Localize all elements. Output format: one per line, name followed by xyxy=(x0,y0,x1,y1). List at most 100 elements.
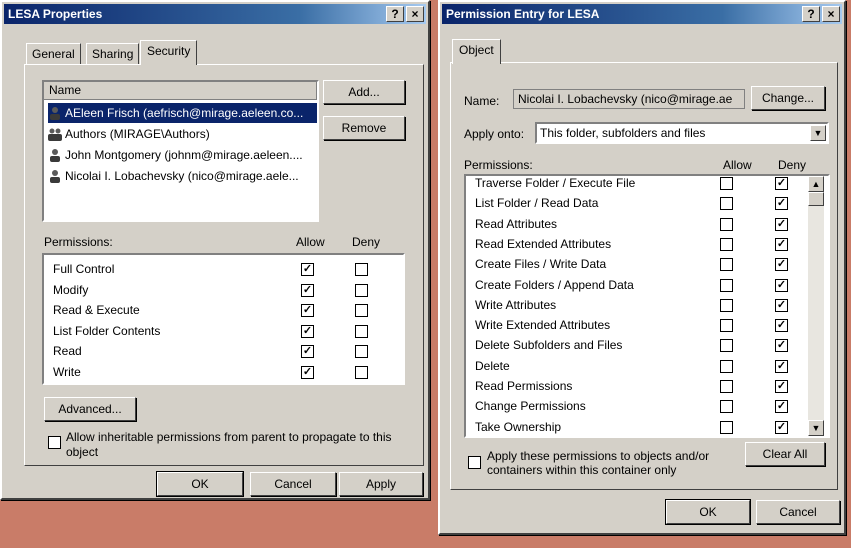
user-list[interactable]: Name AEleen Frisch (aefrisch@mirage.aele… xyxy=(42,80,319,222)
name-label: Name: xyxy=(464,94,500,108)
scroll-up-button[interactable]: ▲ xyxy=(808,176,824,192)
allow-checkbox[interactable] xyxy=(720,380,733,393)
change-button[interactable]: Change... xyxy=(751,86,825,110)
chevron-down-icon[interactable]: ▼ xyxy=(810,125,826,141)
permission-name: Read Permissions xyxy=(475,379,573,393)
lesa-properties-titlebar[interactable]: LESA Properties ? × xyxy=(4,4,426,24)
allow-checkbox[interactable]: ✓ xyxy=(301,304,314,317)
permission-row: Take Ownership ✓ xyxy=(466,419,828,439)
close-button[interactable]: × xyxy=(406,6,424,22)
scroll-down-button[interactable]: ▼ xyxy=(808,420,824,436)
allow-checkbox[interactable] xyxy=(720,278,733,292)
apply-onto-dropdown[interactable]: This folder, subfolders and files ▼ xyxy=(535,122,829,144)
permission-name: Delete Subfolders and Files xyxy=(475,338,623,353)
advanced-button[interactable]: Advanced... xyxy=(44,397,136,421)
group-icon xyxy=(48,127,62,141)
user-list-item[interactable]: Nicolai I. Lobachevsky (nico@mirage.aele… xyxy=(48,166,299,186)
clear-all-button[interactable]: Clear All xyxy=(745,442,825,466)
deny-checkbox[interactable]: ✓ xyxy=(775,177,788,190)
permission-row: Read Permissions ✓ xyxy=(466,378,828,398)
deny-checkbox[interactable] xyxy=(355,283,368,297)
allow-checkbox[interactable] xyxy=(720,359,733,373)
permission-row: List Folder Contents ✓ xyxy=(44,322,403,343)
allow-checkbox[interactable] xyxy=(720,298,733,312)
apply-button[interactable]: Apply xyxy=(339,472,423,496)
user-name: Authors (MIRAGE\Authors) xyxy=(65,127,210,141)
deny-checkbox[interactable]: ✓ xyxy=(775,197,788,211)
user-list-item[interactable]: Authors (MIRAGE\Authors) xyxy=(48,124,210,144)
ok-button[interactable]: OK xyxy=(156,471,244,497)
permission-name: Delete xyxy=(475,358,510,373)
permission-row: Delete Subfolders and Files ✓ xyxy=(466,337,828,357)
permission-name: Read xyxy=(53,344,82,358)
security-panel: Name AEleen Frisch (aefrisch@mirage.aele… xyxy=(24,64,424,466)
tab-general[interactable]: General xyxy=(26,43,81,65)
allow-checkbox[interactable]: ✓ xyxy=(301,283,314,297)
name-column-header[interactable]: Name xyxy=(44,82,317,100)
deny-checkbox[interactable]: ✓ xyxy=(775,400,788,414)
remove-button[interactable]: Remove xyxy=(323,116,405,140)
allow-checkbox[interactable] xyxy=(720,258,733,272)
tab-sharing[interactable]: Sharing xyxy=(86,43,140,65)
apply-within-container-text: Apply these permissions to objects and/o… xyxy=(487,449,710,463)
deny-checkbox[interactable]: ✓ xyxy=(775,217,788,231)
vertical-scrollbar[interactable]: ▲ ▼ xyxy=(808,176,824,436)
deny-checkbox[interactable]: ✓ xyxy=(775,319,788,333)
deny-column-label: Deny xyxy=(352,235,381,249)
scroll-thumb[interactable] xyxy=(808,192,824,206)
permission-name: Read & Execute xyxy=(53,303,140,317)
close-button[interactable]: × xyxy=(822,6,840,22)
allow-checkbox[interactable] xyxy=(720,319,733,333)
apply-within-container-text-2: containers within this container only xyxy=(487,463,677,477)
permission-row: Write ✓ xyxy=(44,363,403,384)
tab-security[interactable]: Security xyxy=(140,40,198,65)
deny-checkbox[interactable] xyxy=(355,304,368,317)
deny-checkbox[interactable] xyxy=(355,345,368,358)
permissions-label: Permissions: xyxy=(44,235,113,249)
deny-checkbox[interactable]: ✓ xyxy=(775,237,788,251)
ok-button[interactable]: OK xyxy=(665,499,751,525)
apply-onto-label: Apply onto: xyxy=(464,127,525,141)
allow-checkbox[interactable] xyxy=(720,339,733,353)
user-list-item[interactable]: AEleen Frisch (aefrisch@mirage.aeleen.co… xyxy=(48,103,317,123)
allow-checkbox[interactable] xyxy=(720,217,733,231)
user-list-item[interactable]: John Montgomery (johnm@mirage.aeleen.... xyxy=(48,145,303,165)
name-value: Nicolai I. Lobachevsky (nico@mirage.ae xyxy=(518,92,733,106)
allow-checkbox[interactable] xyxy=(720,197,733,211)
deny-checkbox[interactable]: ✓ xyxy=(775,339,788,353)
allow-checkbox[interactable]: ✓ xyxy=(301,345,314,358)
allow-checkbox[interactable]: ✓ xyxy=(301,324,314,338)
permission-entry-titlebar[interactable]: Permission Entry for LESA ? × xyxy=(442,4,842,24)
deny-checkbox[interactable]: ✓ xyxy=(775,258,788,272)
user-icon xyxy=(48,106,62,120)
permission-name: Write xyxy=(53,364,81,379)
allow-checkbox[interactable]: ✓ xyxy=(301,365,314,379)
user-name: John Montgomery (johnm@mirage.aeleen.... xyxy=(65,148,303,162)
allow-checkbox[interactable]: ✓ xyxy=(301,263,314,276)
deny-checkbox[interactable]: ✓ xyxy=(775,298,788,312)
help-button[interactable]: ? xyxy=(802,6,820,22)
apply-within-container-checkbox[interactable] xyxy=(468,456,481,469)
help-button[interactable]: ? xyxy=(386,6,404,22)
deny-checkbox[interactable]: ✓ xyxy=(775,420,788,434)
allow-checkbox[interactable] xyxy=(720,420,733,434)
deny-checkbox[interactable]: ✓ xyxy=(775,380,788,393)
allow-column-label: Allow xyxy=(723,158,752,172)
add-button[interactable]: Add... xyxy=(323,80,405,104)
allow-checkbox[interactable] xyxy=(720,400,733,414)
cancel-button[interactable]: Cancel xyxy=(250,472,336,496)
cancel-button[interactable]: Cancel xyxy=(756,500,840,524)
deny-checkbox[interactable]: ✓ xyxy=(775,359,788,373)
inherit-permissions-checkbox[interactable] xyxy=(48,436,61,449)
deny-checkbox[interactable] xyxy=(355,263,368,276)
permission-name: Modify xyxy=(53,282,89,297)
tab-object[interactable]: Object xyxy=(452,39,501,64)
inherit-permissions-text-2: object xyxy=(66,445,99,459)
deny-checkbox[interactable]: ✓ xyxy=(775,278,788,292)
allow-checkbox[interactable] xyxy=(720,177,733,190)
allow-checkbox[interactable] xyxy=(720,237,733,251)
deny-column-label: Deny xyxy=(778,158,807,172)
deny-checkbox[interactable] xyxy=(355,324,368,338)
lesa-properties-window: LESA Properties ? × General Sharing Secu… xyxy=(0,0,430,500)
deny-checkbox[interactable] xyxy=(355,365,368,379)
